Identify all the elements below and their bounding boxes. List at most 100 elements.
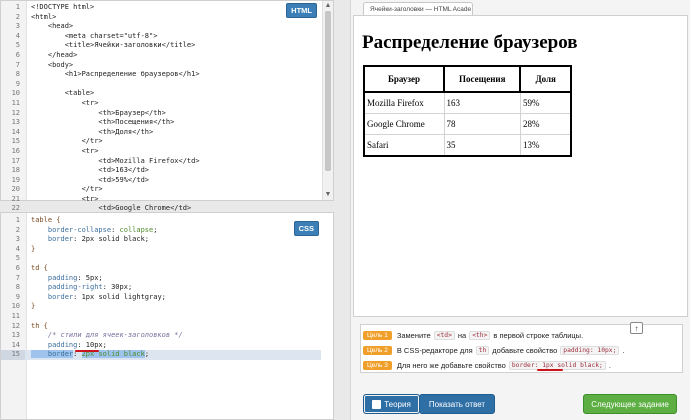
code-line[interactable]: 3 border: 2px solid black; — [1, 235, 321, 245]
line-number: 8 — [15, 283, 20, 292]
line-number: 2 — [15, 225, 20, 234]
code-line[interactable]: 2 <html> — [1, 13, 321, 23]
code-text[interactable]: border: 2px solid black; — [25, 235, 149, 245]
code-text[interactable]: <td>163</td> — [25, 166, 149, 176]
code-text[interactable]: <td>59%</td> — [25, 176, 149, 186]
html-code-lines[interactable]: 1 <!DOCTYPE html> 2 <html> 3 <head> 4 <meta c… — [1, 3, 321, 243]
code-text[interactable]: <h1>Распределение браузеров</h1> — [25, 70, 200, 80]
line-number: 6 — [15, 50, 20, 59]
code-line[interactable]: 2 border-collapse: collapse; — [1, 226, 321, 236]
code-line[interactable]: 9 border: 1px solid lightgray; — [1, 293, 321, 303]
code-line[interactable]: 1 table { — [1, 216, 321, 226]
scroll-down-icon[interactable]: ▼ — [323, 190, 333, 200]
scroll-up-icon[interactable]: ▲ — [323, 1, 333, 11]
code-text[interactable]: </tr> — [25, 185, 103, 195]
code-line[interactable]: 14 padding: 10px; — [1, 341, 321, 351]
code-text[interactable]: </tr> — [25, 137, 103, 147]
code-text[interactable]: td { — [25, 264, 48, 274]
code-line[interactable]: 12 th { — [1, 322, 321, 332]
code-text[interactable]: <meta charset="utf-8"> — [25, 32, 158, 42]
code-text[interactable]: <tr> — [25, 99, 99, 109]
code-text[interactable] — [25, 254, 31, 264]
code-line[interactable]: 15 </tr> — [1, 137, 321, 147]
code-text[interactable]: <head> — [25, 22, 73, 32]
code-line[interactable]: 8 <h1>Распределение браузеров</h1> — [1, 70, 321, 80]
code-text[interactable]: th { — [25, 322, 48, 332]
code-token: ; — [144, 350, 150, 359]
code-text[interactable]: <tr> — [25, 195, 99, 205]
code-line[interactable]: 11 <tr> — [1, 99, 321, 109]
code-line[interactable]: 11 — [1, 312, 321, 322]
code-text[interactable]: <body> — [25, 61, 73, 71]
code-text[interactable]: <tr> — [25, 147, 99, 157]
scroll-thumb[interactable] — [325, 11, 331, 171]
code-text[interactable]: <td>Mozilla Firefox</td> — [25, 157, 199, 167]
code-line[interactable]: 13 <th>Посещения</th> — [1, 118, 321, 128]
code-text[interactable]: <table> — [25, 89, 95, 99]
app-root: 1 <!DOCTYPE html> 2 <html> 3 <head> 4 <meta c… — [0, 0, 690, 420]
css-editor[interactable]: 1 table {2 border-collapse: collapse; 3 bo… — [0, 212, 334, 420]
theory-button[interactable]: A Теория — [363, 394, 420, 414]
code-text[interactable]: padding-right: 30px; — [25, 283, 132, 293]
code-line[interactable]: 8 padding-right: 30px; — [1, 283, 321, 293]
code-line[interactable]: 5 <title>Ячейки-заголовки</title> — [1, 41, 321, 51]
task-text: Замените — [396, 331, 431, 340]
line-number: 19 — [11, 175, 20, 184]
code-text[interactable]: <th>Посещения</th> — [25, 118, 174, 128]
code-text[interactable]: <title>Ячейки-заголовки</title> — [25, 41, 196, 51]
show-answer-button[interactable]: Показать ответ — [419, 394, 495, 414]
code-text[interactable]: padding: 10px; — [25, 341, 107, 351]
css-code-lines[interactable]: 1 table {2 border-collapse: collapse; 3 bo… — [1, 216, 321, 360]
code-text[interactable]: padding: 5px; — [25, 274, 103, 284]
code-line[interactable]: 20 </tr> — [1, 185, 321, 195]
code-text[interactable]: </head> — [25, 51, 78, 61]
next-task-button[interactable]: Следующее задание — [583, 394, 677, 414]
html-editor[interactable]: 1 <!DOCTYPE html> 2 <html> 3 <head> 4 <meta c… — [0, 0, 334, 241]
code-line[interactable]: 4} — [1, 245, 321, 255]
line-number: 3 — [15, 22, 20, 31]
code-line[interactable]: 14 <th>Доля</th> — [1, 128, 321, 138]
code-line[interactable]: 6 td { — [1, 264, 321, 274]
code-line[interactable]: 10} — [1, 302, 321, 312]
code-text[interactable]: <!DOCTYPE html> — [25, 3, 94, 13]
code-line[interactable]: 18 <td>163</td> — [1, 166, 321, 176]
code-line[interactable]: 3 <head> — [1, 22, 321, 32]
code-line[interactable]: 9 — [1, 80, 321, 90]
code-text[interactable]: /* стили для ячеек-заголовков */ — [25, 331, 183, 341]
line-number: 14 — [11, 127, 20, 136]
code-line[interactable]: 7 <body> — [1, 61, 321, 71]
code-line[interactable]: 5 — [1, 254, 321, 264]
theory-label: Теория — [384, 399, 411, 409]
code-token: border — [31, 292, 74, 301]
code-token: } — [31, 302, 36, 311]
code-text[interactable]: <html> — [25, 13, 56, 23]
code-line[interactable]: 21 <tr> — [1, 195, 321, 205]
html-scrollbar[interactable]: ▲ ▼ — [322, 1, 333, 200]
code-line[interactable]: 6 </head> — [1, 51, 321, 61]
code-line[interactable]: 7 padding: 5px; — [1, 274, 321, 284]
table-row: Mozilla Firefox 163 59% — [363, 91, 572, 114]
code-chip: padding: 10px; — [560, 346, 620, 355]
code-text[interactable]: <th>Браузер</th> — [25, 109, 165, 119]
preview-tab[interactable]: Ячейки-заголовки — HTML Acade — [363, 2, 473, 16]
code-text[interactable] — [25, 312, 31, 322]
code-token: padding-right — [31, 283, 103, 292]
code-line[interactable]: 4 <meta charset="utf-8"> — [1, 32, 321, 42]
code-line[interactable]: 19 <td>59%</td> — [1, 176, 321, 186]
active-code-line[interactable]: 15 border: 2px solid black; — [1, 350, 321, 360]
code-line[interactable]: 1 <!DOCTYPE html> — [1, 3, 321, 13]
code-line[interactable]: 12 <th>Браузер</th> — [1, 109, 321, 119]
code-line[interactable]: 17 <td>Mozilla Firefox</td> — [1, 157, 321, 167]
code-text[interactable]: border-collapse: collapse; — [25, 225, 158, 236]
code-text[interactable]: <th>Доля</th> — [25, 128, 153, 138]
collapse-tasks-icon[interactable]: ↑ — [630, 322, 643, 334]
code-text[interactable]: } — [25, 245, 35, 255]
code-line[interactable]: 16 <tr> — [1, 147, 321, 157]
code-text[interactable]: border: 1px solid lightgray; — [25, 293, 166, 303]
code-line[interactable]: 13 /* стили для ячеек-заголовков */ — [1, 331, 321, 341]
code-token: ; — [153, 225, 158, 234]
code-text[interactable] — [25, 80, 31, 90]
code-text[interactable]: } — [25, 302, 35, 312]
code-text[interactable]: table { — [25, 216, 61, 226]
code-line[interactable]: 10 <table> — [1, 89, 321, 99]
